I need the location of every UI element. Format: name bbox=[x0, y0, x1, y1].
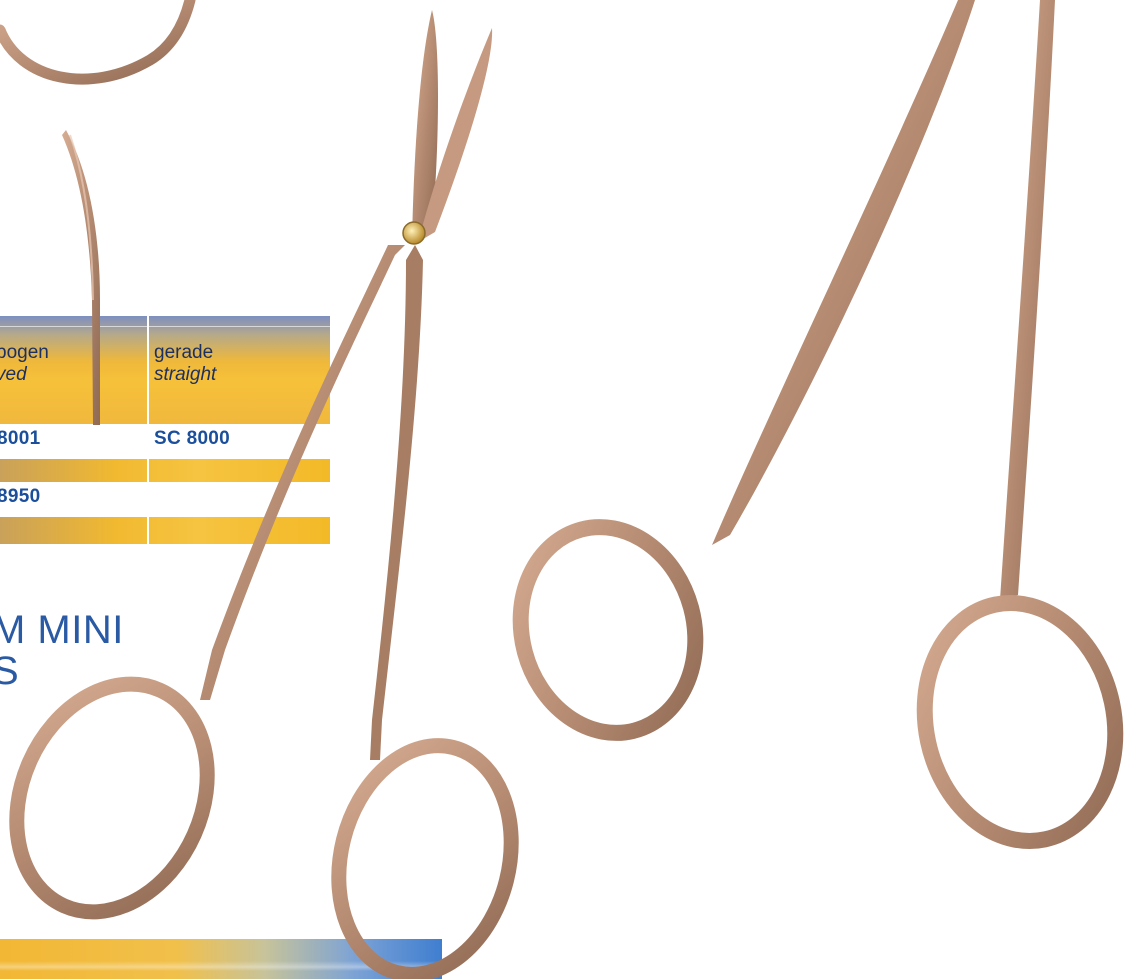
right-scissors bbox=[916, 0, 1124, 849]
right-scissors-finger-ring bbox=[916, 595, 1124, 849]
ring-fragment-top-left bbox=[0, 0, 196, 85]
center-finger-ring bbox=[512, 519, 704, 741]
curved-scissor-blade bbox=[62, 130, 100, 425]
left-scissors bbox=[9, 10, 519, 979]
center-scissors bbox=[512, 0, 975, 741]
screw-icon bbox=[402, 221, 426, 245]
scissors-illustration bbox=[0, 0, 1124, 979]
right-finger-ring bbox=[331, 738, 519, 979]
